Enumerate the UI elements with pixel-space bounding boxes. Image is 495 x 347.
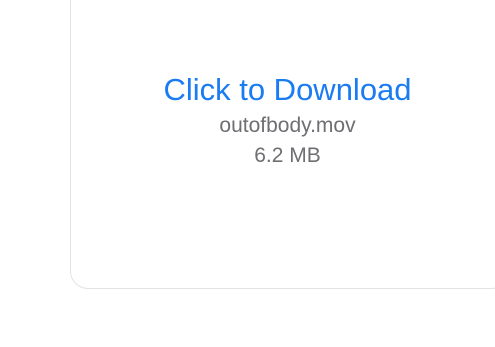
- download-link[interactable]: Click to Download: [120, 70, 455, 110]
- download-info: Click to Download outofbody.mov 6.2 MB: [120, 70, 455, 171]
- download-panel: Click to Download outofbody.mov 6.2 MB: [0, 0, 495, 347]
- file-size: 6.2 MB: [254, 144, 321, 167]
- file-name: outofbody.mov: [219, 114, 356, 137]
